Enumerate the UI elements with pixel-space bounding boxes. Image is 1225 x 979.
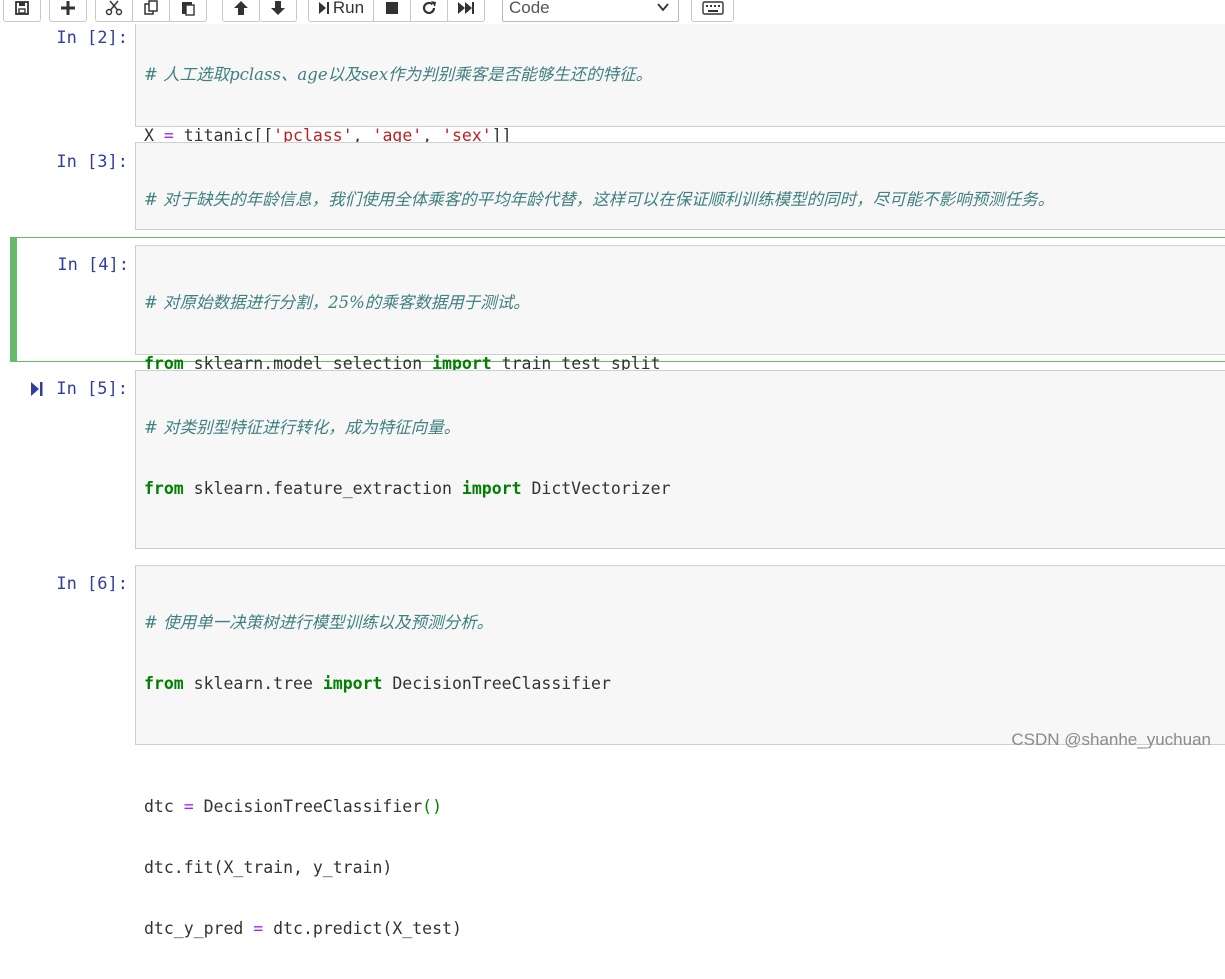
plus-icon xyxy=(61,1,75,15)
restart-button[interactable] xyxy=(410,0,448,22)
command-palette-button[interactable] xyxy=(691,0,734,22)
move-group xyxy=(222,0,297,22)
arrow-down-icon xyxy=(271,1,285,15)
fast-forward-icon xyxy=(458,2,474,14)
code-input[interactable]: # 人工选取pclass、age以及sex作为判别乘客是否能够生还的特征。 X … xyxy=(135,24,1225,207)
code-line: dtc_y_pred = dtc.predict(X_test) xyxy=(144,919,462,939)
cut-button[interactable] xyxy=(95,0,133,22)
input-prompt: In [6]: xyxy=(56,574,128,594)
move-up-button[interactable] xyxy=(222,0,260,22)
run-group: Run xyxy=(308,0,485,22)
cell-type-value: Code xyxy=(509,0,550,17)
input-prompt: In [3]: xyxy=(56,152,128,172)
notebook-toolbar: Run Code xyxy=(0,0,1225,24)
cell-type-select[interactable]: Code xyxy=(502,0,679,22)
copy-icon xyxy=(144,0,158,15)
code-line: from sklearn.tree import DecisionTreeCla… xyxy=(144,674,611,694)
stop-icon xyxy=(386,2,398,14)
run-label: Run xyxy=(332,0,365,17)
save-button[interactable] xyxy=(3,0,41,22)
code-cell[interactable]: In [2]: # 人工选取pclass、age以及sex作为判别乘客是否能够生… xyxy=(10,24,1225,207)
move-down-button[interactable] xyxy=(259,0,297,22)
paste-button[interactable] xyxy=(169,0,207,22)
code-cell[interactable]: In [6]: # 使用单一决策树进行模型训练以及预测分析。 from skle… xyxy=(10,565,1225,938)
code-cell[interactable]: In [3]: # 对于缺失的年龄信息，我们使用全体乘客的平均年龄代替，这样可以… xyxy=(10,142,1225,270)
code-line: # 对原始数据进行分割，25%的乘客数据用于测试。 xyxy=(144,293,530,312)
arrow-up-icon xyxy=(234,1,248,15)
code-input[interactable]: # 对于缺失的年龄信息，我们使用全体乘客的平均年龄代替，这样可以在保证顺利训练模… xyxy=(135,142,1225,270)
step-forward-icon xyxy=(318,2,329,14)
paste-icon xyxy=(182,2,195,16)
code-line: dtc.fit(X_train, y_train) xyxy=(144,858,393,878)
restart-run-all-button[interactable] xyxy=(447,0,485,22)
save-group xyxy=(3,0,41,22)
code-input[interactable]: # 对原始数据进行分割，25%的乘客数据用于测试。 from sklearn.m… xyxy=(135,245,1225,498)
code-line: from sklearn.feature_extraction import D… xyxy=(144,479,671,499)
insert-group xyxy=(49,0,87,22)
interrupt-button[interactable] xyxy=(373,0,411,22)
code-line: # 对于缺失的年龄信息，我们使用全体乘客的平均年龄代替，这样可以在保证顺利训练模… xyxy=(144,190,1055,209)
insert-cell-button[interactable] xyxy=(49,0,87,22)
code-cell-selected[interactable]: In [4]: # 对原始数据进行分割，25%的乘客数据用于测试。 from s… xyxy=(10,237,1225,498)
code-line: dtc = DecisionTreeClassifier() xyxy=(144,796,443,816)
run-button[interactable]: Run xyxy=(308,0,374,22)
input-prompt: In [5]: xyxy=(56,379,128,399)
floppy-disk-icon xyxy=(15,1,29,15)
chevron-down-icon xyxy=(657,3,669,12)
code-line: # 对类别型特征进行转化，成为特征向量。 xyxy=(144,418,461,437)
input-prompt: In [4]: xyxy=(57,255,129,275)
code-input[interactable]: # 使用单一决策树进行模型训练以及预测分析。 from sklearn.tree… xyxy=(135,565,1225,938)
edit-group xyxy=(95,0,207,22)
scissors-icon xyxy=(105,0,123,16)
copy-button[interactable] xyxy=(132,0,170,22)
input-prompt: In [2]: xyxy=(56,28,128,48)
watermark: CSDN @shanhe_yuchuan xyxy=(1011,730,1211,749)
code-cell[interactable]: In [5]: # 对类别型特征进行转化，成为特征向量。 from sklear… xyxy=(10,370,1225,743)
refresh-icon xyxy=(422,1,436,15)
code-line: # 人工选取pclass、age以及sex作为判别乘客是否能够生还的特征。 xyxy=(144,65,653,84)
code-input[interactable]: # 对类别型特征进行转化，成为特征向量。 from sklearn.featur… xyxy=(135,370,1225,743)
keyboard-icon xyxy=(701,1,724,15)
code-line: # 使用单一决策树进行模型训练以及预测分析。 xyxy=(144,613,494,632)
